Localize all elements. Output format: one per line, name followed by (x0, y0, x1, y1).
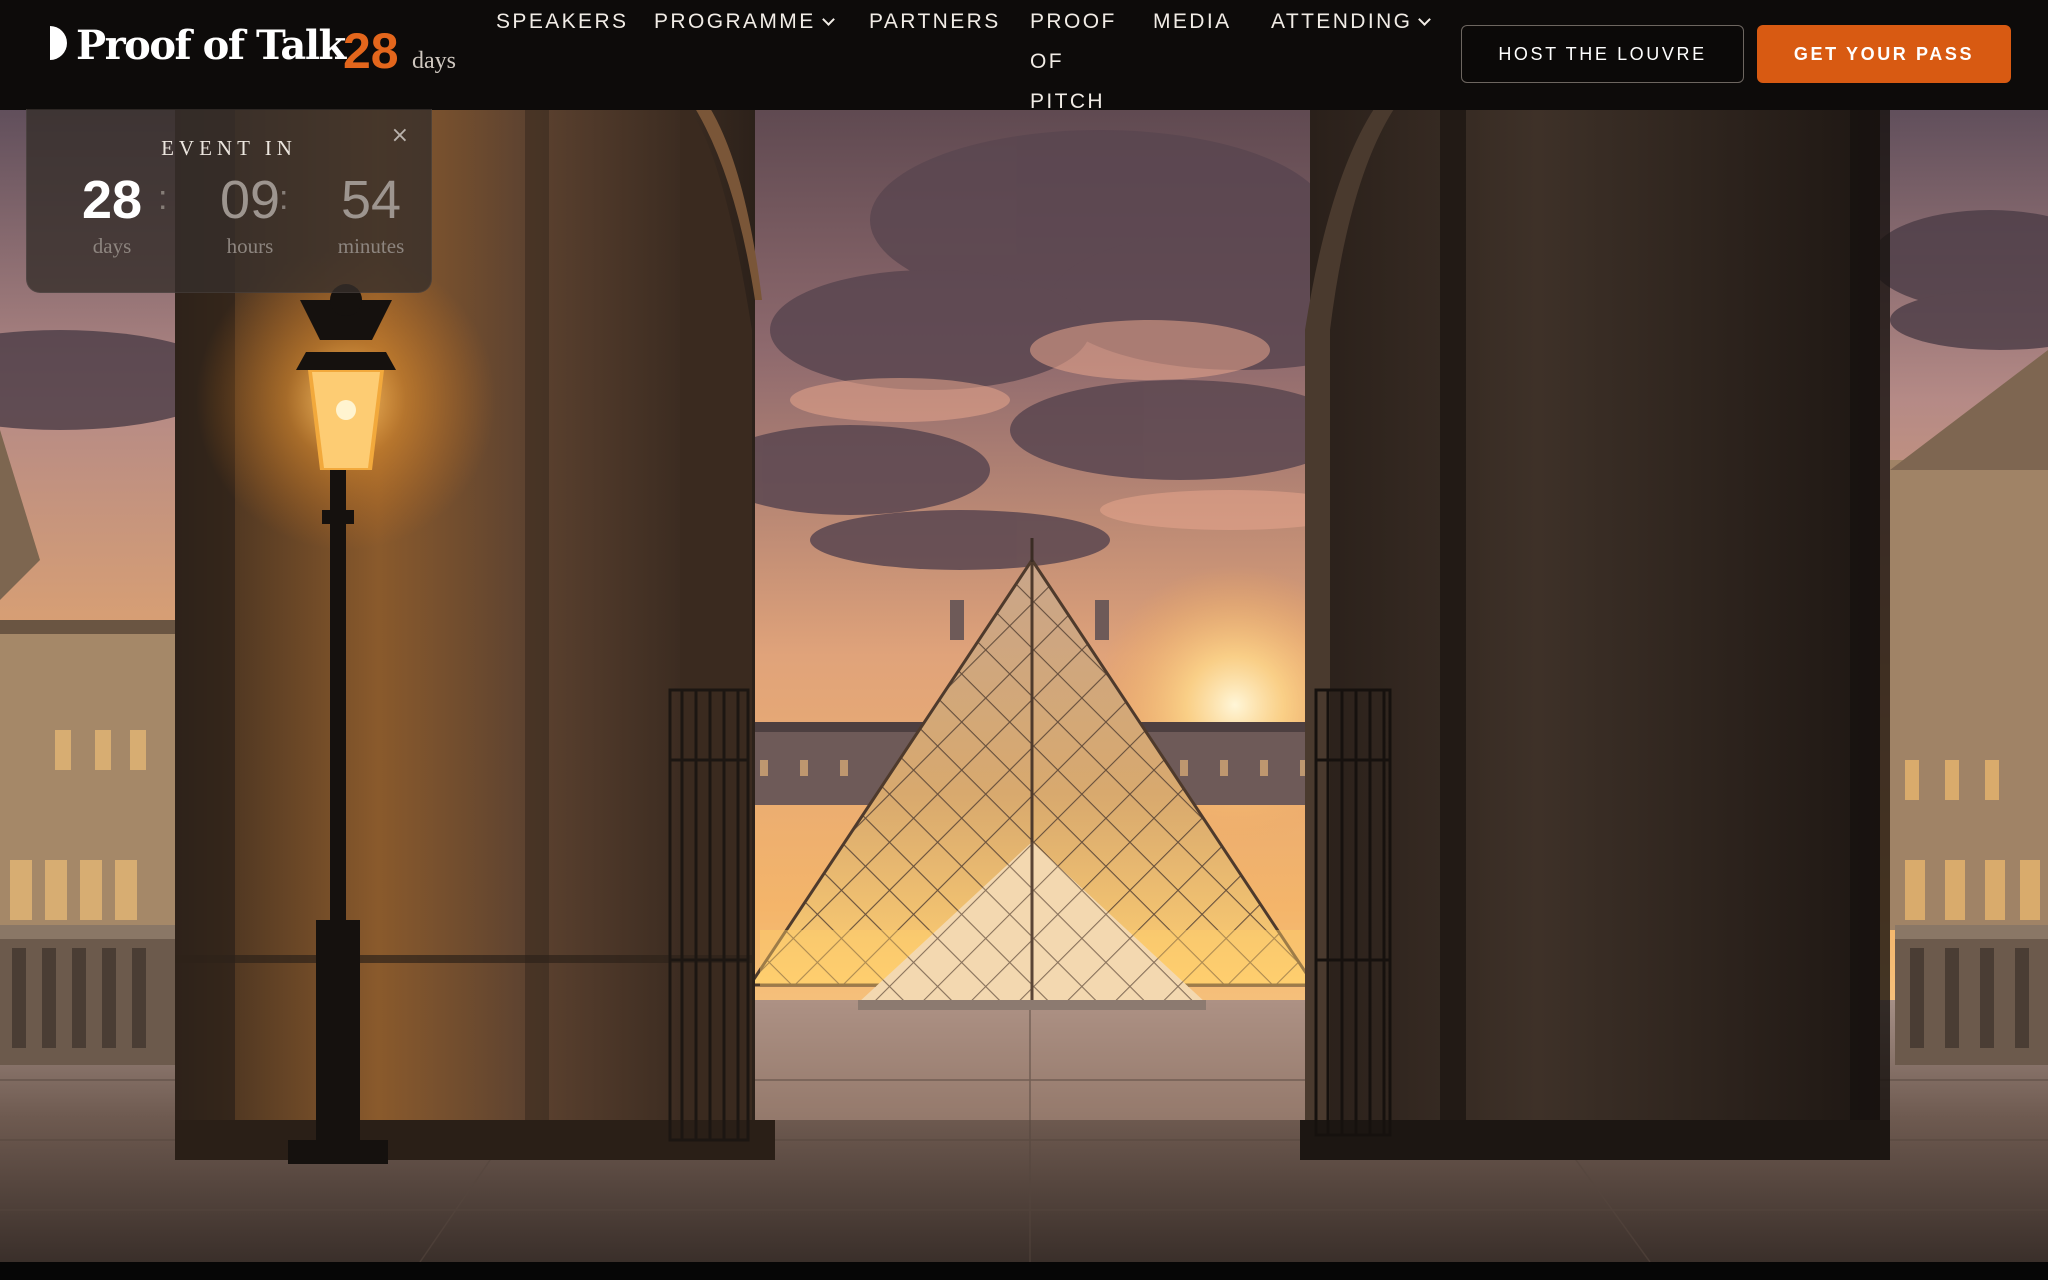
get-your-pass-button[interactable]: GET YOUR PASS (1757, 25, 2011, 83)
chevron-down-icon (821, 13, 835, 26)
nav-item-proof-of-pitch[interactable]: PROOF OF PITCH (1030, 2, 1120, 122)
host-the-louvre-button[interactable]: HOST THE LOUVRE (1461, 25, 1744, 83)
header-countdown-days: 28 (343, 23, 399, 79)
bottom-edge (0, 1262, 2048, 1280)
chevron-down-icon (1418, 13, 1432, 26)
countdown-hours: 09 hours (187, 167, 313, 257)
event-countdown-widget: × EVENT IN 28 days : 09 hours : 54 minut… (26, 109, 432, 293)
countdown-title: EVENT IN (161, 136, 297, 160)
countdown-separator: : (279, 179, 289, 217)
nav-item-label: PROOF OF PITCH (1030, 10, 1117, 113)
nav-item-media[interactable]: MEDIA (1153, 2, 1232, 42)
countdown-days-label: days (92, 234, 132, 258)
countdown-minutes-value: 54 (340, 170, 402, 230)
countdown-separator: : (158, 179, 168, 217)
header-countdown-unit: days (412, 48, 456, 74)
nav-item-label: PARTNERS (869, 10, 1001, 33)
nav-item-label: SPEAKERS (496, 10, 629, 33)
countdown-minutes-label: minutes (337, 234, 405, 258)
half-moon-logo-icon (50, 26, 67, 60)
countdown-days: 28 days (57, 167, 167, 257)
brand-logo-link[interactable]: Proof of Talk (50, 22, 346, 69)
nav-item-label: MEDIA (1153, 10, 1232, 33)
countdown-hours-label: hours (226, 234, 274, 258)
nav-item-label: ATTENDING (1271, 10, 1413, 33)
top-navigation-bar: Proof of Talk 28 days SPEAKERS PROGRAMME… (0, 0, 2048, 113)
countdown-days-value: 28 (81, 170, 143, 230)
brand-name: Proof of Talk (76, 22, 346, 69)
nav-item-label: PROGRAMME (654, 10, 816, 33)
nav-item-attending[interactable]: ATTENDING (1271, 2, 1432, 42)
nav-item-partners[interactable]: PARTNERS (869, 2, 1001, 42)
countdown-minutes: 54 minutes (308, 167, 434, 257)
countdown-hours-value: 09 (219, 170, 281, 230)
nav-item-programme[interactable]: PROGRAMME (654, 2, 835, 42)
nav-item-speakers[interactable]: SPEAKERS (496, 2, 628, 42)
